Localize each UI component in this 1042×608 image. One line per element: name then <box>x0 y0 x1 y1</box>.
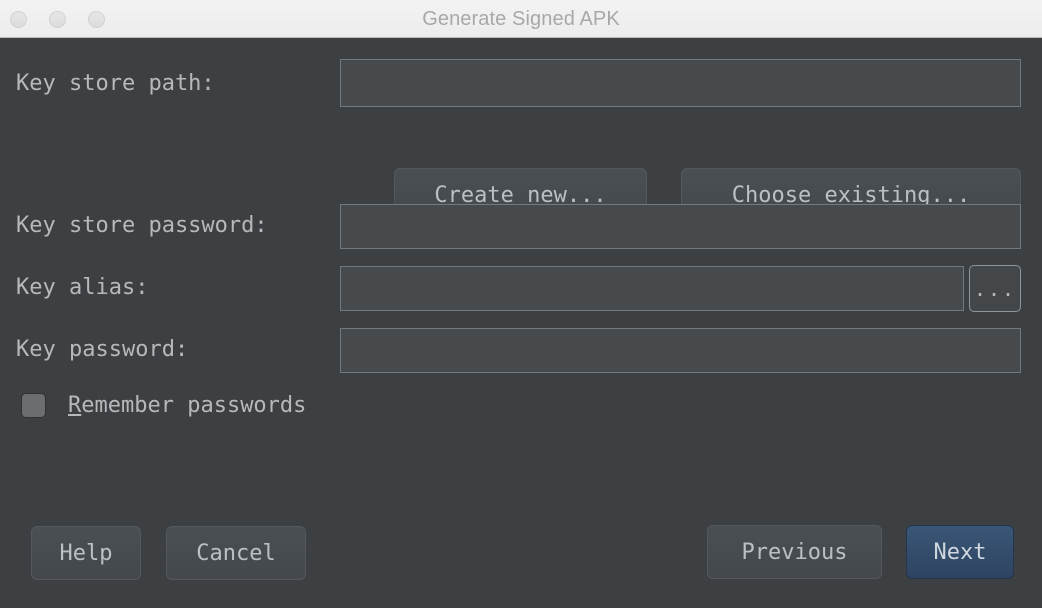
remember-passwords-row[interactable]: Remember passwords <box>21 393 306 418</box>
next-button[interactable]: Next <box>906 525 1014 579</box>
key-store-password-input[interactable] <box>340 204 1021 249</box>
previous-button[interactable]: Previous <box>707 525 882 579</box>
key-password-input[interactable] <box>340 328 1021 373</box>
cancel-button[interactable]: Cancel <box>166 526 306 580</box>
remember-passwords-checkbox[interactable] <box>21 393 46 418</box>
key-alias-label: Key alias: <box>16 275 149 300</box>
remember-passwords-mnemonic: R <box>68 393 82 418</box>
title-bar: Generate Signed APK <box>0 0 1042 38</box>
key-store-path-input[interactable] <box>340 59 1021 107</box>
dialog-content: Key store path: Create new... Choose exi… <box>0 38 1042 608</box>
key-alias-browse-button[interactable]: ... <box>969 265 1021 312</box>
key-store-path-label: Key store path: <box>16 71 215 96</box>
remember-passwords-label-rest: emember passwords <box>81 393 307 418</box>
remember-passwords-label: Remember passwords <box>68 393 306 418</box>
help-button[interactable]: Help <box>31 526 141 580</box>
generate-signed-apk-dialog: Generate Signed APK Key store path: Crea… <box>0 0 1042 608</box>
key-store-password-label: Key store password: <box>16 213 268 238</box>
key-password-label: Key password: <box>16 337 189 362</box>
window-title: Generate Signed APK <box>422 8 620 30</box>
key-alias-input[interactable] <box>340 266 964 311</box>
